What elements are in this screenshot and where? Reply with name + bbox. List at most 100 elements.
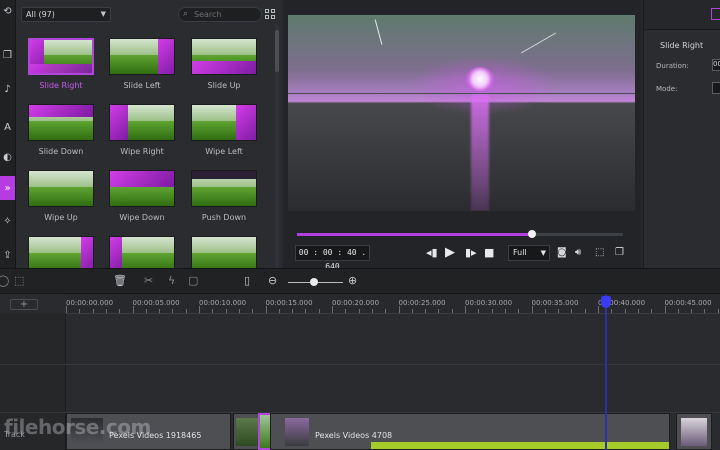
- grid-view-icon[interactable]: [263, 7, 277, 21]
- ruler-tick-mark: [358, 309, 360, 313]
- volume-icon[interactable]: 🔊︎: [575, 245, 581, 261]
- play-icon[interactable]: ▶: [445, 245, 455, 261]
- add-track-button[interactable]: +: [10, 299, 38, 310]
- transition-thumbnail: [191, 38, 257, 75]
- ruler-tick-mark: [677, 309, 679, 313]
- ruler-tick-mark: [332, 306, 333, 313]
- ruler-tick-mark: [132, 306, 134, 313]
- watermark-logo: filehorse.com: [4, 415, 151, 439]
- zoom-out-icon[interactable]: ⊖: [268, 274, 277, 288]
- transition-tile[interactable]: Wipe Left: [191, 104, 257, 156]
- playback-progress-bar[interactable]: [297, 230, 623, 238]
- ruler-tick-mark: [584, 309, 586, 313]
- mode-select[interactable]: [712, 82, 720, 94]
- ruler-tick-mark: [292, 309, 294, 313]
- stop-icon[interactable]: ■: [484, 245, 494, 261]
- video-clip[interactable]: Pexels Videos 4708: [270, 413, 670, 450]
- transition-tile[interactable]: Wipe Right: [109, 104, 175, 156]
- transition-tile[interactable]: Wipe Up: [28, 170, 94, 222]
- ruler-tick-mark: [212, 309, 214, 313]
- properties-title: Slide Right: [660, 41, 704, 50]
- ruler-tick-mark: [199, 306, 200, 313]
- video-editor-window: ⟲ ❒ ♪ A ◐ » ✧ ⇪ All (97) ▼ ⌕ Search Slid…: [0, 0, 720, 450]
- ruler-tick-label: 00:00:25.000: [398, 299, 446, 307]
- chevron-down-icon: ▼: [100, 10, 106, 18]
- next-frame-icon[interactable]: ▮▸: [465, 245, 477, 261]
- quality-select[interactable]: Full ▼: [508, 245, 550, 261]
- ruler-tick-mark: [544, 309, 546, 313]
- transitions-icon[interactable]: »: [0, 176, 15, 200]
- ruler-tick-mark: [92, 309, 94, 313]
- ruler-tick-mark: [531, 306, 533, 313]
- ruler-tick-mark: [491, 309, 493, 313]
- ruler-tick-label: 00:00:45.000: [664, 299, 712, 307]
- transition-tile[interactable]: Push Down: [191, 170, 257, 222]
- timeline: + 00:00:00.000 00:00:05.000 00:00:10.000 00…: [0, 294, 720, 450]
- search-placeholder: Search: [194, 10, 222, 19]
- filters-icon[interactable]: ◐: [0, 148, 15, 166]
- split-icon[interactable]: ✂: [144, 274, 153, 288]
- fit-icon[interactable]: ⬚: [595, 245, 604, 261]
- panel-tab-marker[interactable]: [711, 8, 720, 20]
- transition-tile[interactable]: Slide Right: [28, 38, 94, 90]
- export-icon[interactable]: ⇪: [0, 246, 15, 264]
- ruler-tick-mark: [465, 306, 466, 313]
- ruler-tick-mark: [318, 309, 320, 313]
- transition-thumbnail: [28, 104, 94, 141]
- progress-knob[interactable]: [527, 230, 536, 238]
- category-filter-label: All (97): [26, 10, 55, 19]
- effects-icon[interactable]: ✧: [0, 212, 15, 230]
- crop-icon[interactable]: ⬚: [14, 274, 24, 288]
- marker-icon[interactable]: ▯: [244, 274, 250, 288]
- transition-label: Slide Up: [207, 81, 241, 90]
- speed-icon[interactable]: ϟ: [168, 274, 175, 288]
- ruler-tick-label: 00:00:20.000: [332, 299, 380, 307]
- transition-label: Wipe Up: [44, 213, 78, 222]
- undo-icon[interactable]: ◯: [0, 274, 9, 288]
- fullscreen-icon[interactable]: ❐: [615, 245, 624, 261]
- library-scrollbar[interactable]: [275, 26, 279, 268]
- ruler-tick-label: 00:00:35.000: [531, 299, 579, 307]
- ruler-tick-mark: [691, 309, 693, 313]
- prev-frame-icon[interactable]: ◂▮: [426, 245, 438, 261]
- search-input[interactable]: ⌕ Search: [178, 7, 262, 22]
- layers-icon[interactable]: ❒: [0, 46, 15, 64]
- ruler-tick-mark: [651, 309, 653, 313]
- ruler-tick-mark: [411, 309, 413, 313]
- playhead-handle[interactable]: [601, 296, 611, 308]
- transition-thumbnail: [191, 104, 257, 141]
- ruler-tick-mark: [371, 309, 373, 313]
- transition-tile[interactable]: Slide Left: [109, 38, 175, 90]
- delete-icon[interactable]: 🗑︎: [113, 274, 127, 288]
- transition-label: Wipe Down: [119, 213, 165, 222]
- ruler-tick-mark: [105, 309, 107, 313]
- transition-label: Push Down: [201, 213, 247, 222]
- transition-tile[interactable]: Slide Up: [191, 38, 257, 90]
- duration-field[interactable]: 00: [712, 59, 720, 71]
- sync-icon[interactable]: ⟲: [0, 2, 15, 20]
- left-tool-rail: ⟲ ❒ ♪ A ◐ » ✧ ⇪: [0, 0, 16, 268]
- ruler-tick-mark: [571, 309, 573, 313]
- timeline-ruler[interactable]: 00:00:00.000 00:00:05.000 00:00:10.000 00:0…: [66, 294, 720, 314]
- transition-tile[interactable]: Slide Down: [28, 104, 94, 156]
- playhead[interactable]: [601, 294, 611, 450]
- ruler-tick-mark: [425, 309, 427, 313]
- transition-label: Wipe Left: [205, 147, 243, 156]
- transition-tile[interactable]: Wipe Down: [109, 170, 175, 222]
- ruler-tick-mark: [385, 309, 387, 313]
- audio-icon[interactable]: ♪: [0, 80, 15, 98]
- timecode-display[interactable]: 00 : 00 : 40 . 640: [295, 245, 370, 271]
- ruler-tick-mark: [518, 309, 520, 313]
- category-filter-dropdown[interactable]: All (97) ▼: [21, 7, 111, 22]
- video-clip[interactable]: [676, 413, 712, 450]
- zoom-slider-knob[interactable]: [310, 278, 318, 286]
- ruler-tick-label: 00:00:30.000: [465, 299, 513, 307]
- zoom-in-icon[interactable]: ⊕: [348, 274, 357, 288]
- text-icon[interactable]: A: [0, 118, 15, 136]
- ruler-tick-mark: [79, 309, 81, 313]
- scrollbar-thumb[interactable]: [275, 30, 279, 72]
- video-preview: [288, 15, 635, 211]
- ruler-tick-mark: [598, 306, 599, 313]
- rotate-icon[interactable]: ▢: [188, 274, 198, 288]
- snapshot-icon[interactable]: ◙: [557, 245, 567, 261]
